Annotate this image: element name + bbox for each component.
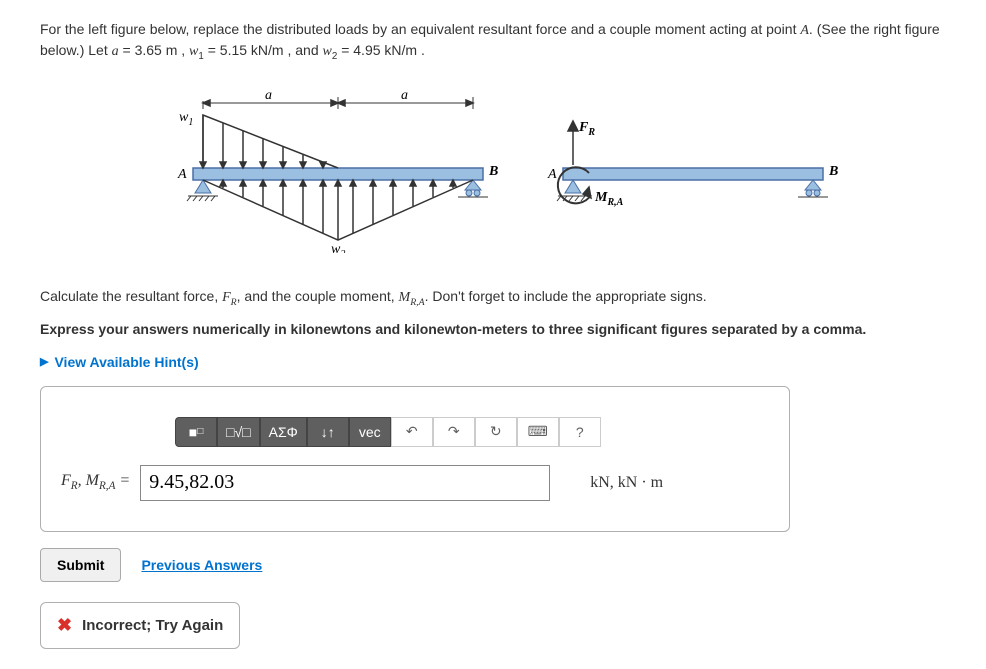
equation-toolbar: ■□ □√□ ΑΣΦ ↓↑ vec ↶ ↷ ↻ ⌨ ? — [175, 417, 769, 447]
format-instruction: Express your answers numerically in kilo… — [40, 319, 946, 340]
sqrt-tool[interactable]: □√□ — [217, 417, 260, 447]
svg-text:B: B — [488, 164, 498, 179]
calculation-instruction: Calculate the resultant force, FR, and t… — [40, 286, 946, 310]
svg-text:a: a — [265, 88, 272, 103]
problem-figure: A B w1 w2 — [40, 83, 946, 256]
reset-tool[interactable]: ↻ — [475, 417, 517, 447]
feedback-text: Incorrect; Try Again — [82, 617, 223, 634]
subscript-tool[interactable]: ↓↑ — [307, 417, 349, 447]
keyboard-tool[interactable]: ⌨ — [517, 417, 559, 447]
svg-text:A: A — [547, 167, 557, 182]
feedback-message: ✖ Incorrect; Try Again — [40, 602, 240, 649]
help-tool[interactable]: ? — [559, 417, 601, 447]
x-icon: ✖ — [57, 615, 72, 636]
submit-button[interactable]: Submit — [40, 548, 121, 582]
svg-text:a: a — [401, 88, 408, 103]
svg-text:MR,A: MR,A — [594, 190, 624, 208]
answer-panel: ■□ □√□ ΑΣΦ ↓↑ vec ↶ ↷ ↻ ⌨ ? FR, MR,A = k… — [40, 386, 790, 532]
svg-text:w1: w1 — [179, 110, 193, 128]
answer-variable-label: FR, MR,A = — [61, 472, 130, 492]
svg-text:FR: FR — [578, 120, 595, 138]
problem-statement: For the left figure below, replace the d… — [40, 20, 946, 63]
view-hints-toggle[interactable]: View Available Hint(s) — [40, 354, 946, 370]
answer-units: kN, kN · m — [590, 474, 663, 492]
answer-input[interactable] — [140, 465, 550, 501]
vec-tool[interactable]: vec — [349, 417, 391, 447]
greek-tool[interactable]: ΑΣΦ — [260, 417, 307, 447]
svg-text:w2: w2 — [331, 242, 345, 253]
svg-text:B: B — [828, 164, 838, 179]
template-tool[interactable]: ■□ — [175, 417, 217, 447]
svg-text:A: A — [177, 167, 187, 182]
undo-tool[interactable]: ↶ — [391, 417, 433, 447]
previous-answers-link[interactable]: Previous Answers — [141, 557, 262, 573]
redo-tool[interactable]: ↷ — [433, 417, 475, 447]
